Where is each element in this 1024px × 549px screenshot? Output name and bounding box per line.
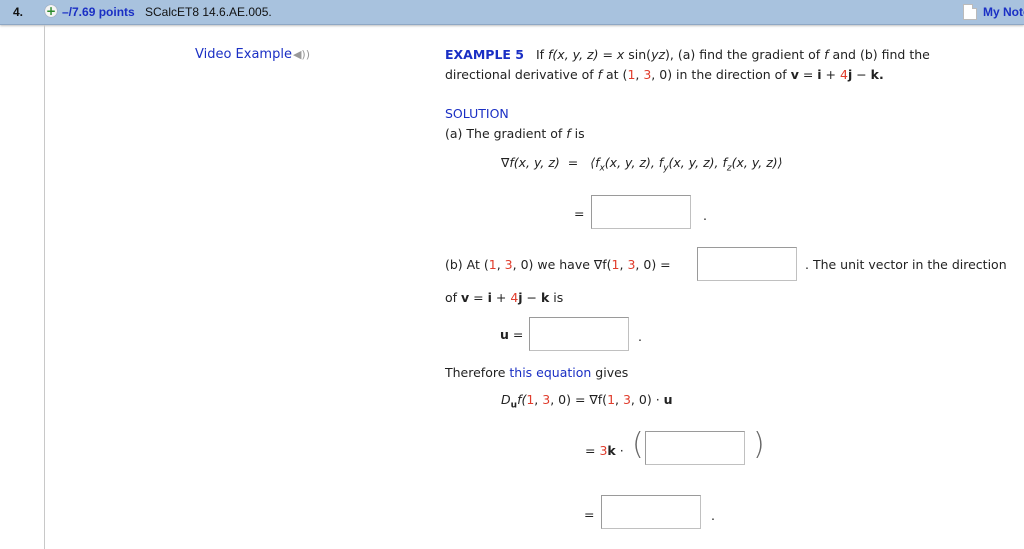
gradient-at-point-input[interactable] xyxy=(697,247,797,281)
point-0: 0 xyxy=(558,392,567,407)
this-equation-link[interactable]: this equation xyxy=(509,365,591,380)
point-3: 3 xyxy=(504,257,513,272)
of-v-text: of v = i + 4j − k is xyxy=(445,290,563,305)
comma: , xyxy=(550,392,559,407)
point-0: 0 xyxy=(520,257,529,272)
period: . xyxy=(711,508,715,523)
point-0: , 0) xyxy=(651,67,673,82)
dot-op: · xyxy=(651,392,664,407)
video-example-link[interactable]: Video Example◀)) xyxy=(195,47,310,62)
my-notes-button[interactable]: My Notes xyxy=(963,4,1024,20)
text-sin: sin( xyxy=(624,47,652,62)
text-eq: = xyxy=(567,155,579,170)
text-of: of xyxy=(445,290,462,305)
period: . xyxy=(638,329,642,344)
point-1: 1 xyxy=(611,257,620,272)
text-directional: directional derivative of xyxy=(445,67,598,82)
text-part-a: (a) find the gradient of xyxy=(673,47,825,62)
point-3: 3 xyxy=(622,392,631,407)
comma: , xyxy=(630,392,639,407)
text-therefore: Therefore xyxy=(445,365,510,380)
comma: , xyxy=(512,257,521,272)
var-yz: yz xyxy=(651,47,666,62)
text-eq: = xyxy=(798,67,818,82)
text-part-b: and (b) find the xyxy=(828,47,930,62)
text-at: (b) At ( xyxy=(445,257,489,272)
unit-vector-input[interactable] xyxy=(529,317,629,351)
example-line-1: EXAMPLE 5 If f(x, y, z) = x sin(yz), (a)… xyxy=(445,47,930,62)
text-minus: − xyxy=(852,67,871,82)
gradient-answer-input[interactable] xyxy=(591,195,691,229)
point-1: 1 xyxy=(607,392,616,407)
example-line-2: directional derivative of f at (1, 3, 0)… xyxy=(445,67,884,82)
problem-code: SCalcET8 14.6.AE.005. xyxy=(145,5,272,19)
text-minus: − xyxy=(522,290,541,305)
text-period: . xyxy=(878,67,884,82)
text-plus: + xyxy=(821,67,840,82)
coef-4: 4 xyxy=(839,67,848,82)
part-b-text: (b) At (1, 3, 0) we have ∇f(1, 3, 0) = xyxy=(445,257,671,272)
text-close: ), xyxy=(665,47,674,62)
vector-v: v xyxy=(461,290,470,305)
note-icon xyxy=(963,4,977,20)
vector-k: k xyxy=(870,67,879,82)
u-label: u = xyxy=(500,327,523,342)
question-number: 4. xyxy=(13,5,24,19)
text-eq: = xyxy=(598,47,617,62)
gradient-definition: ∇f(x, y, z) = ⟨fx(x, y, z), fy(x, y, z),… xyxy=(501,155,783,174)
inner-product-input[interactable] xyxy=(645,431,745,465)
question-header: 4. + –/7.69 points SCalcET8 14.6.AE.005.… xyxy=(0,0,1024,25)
comma: , xyxy=(496,257,505,272)
text-is: is xyxy=(570,126,585,141)
text-we-have: ) we have ∇f( xyxy=(528,257,612,272)
gradient-lhs: ∇f(x, y, z) xyxy=(501,155,560,170)
gradient-rhs: ⟨fx(x, y, z), fy(x, y, z), fz(x, y, z)⟩ xyxy=(590,155,783,174)
video-example-label: Video Example xyxy=(195,47,292,62)
text-is: is xyxy=(549,290,564,305)
point-1: 1 xyxy=(488,257,497,272)
text-plus: + xyxy=(491,290,511,305)
vector-v: v xyxy=(790,67,799,82)
points-link[interactable]: –/7.69 points xyxy=(62,5,135,19)
text-eq: = xyxy=(585,443,596,458)
text-if: If xyxy=(535,47,545,62)
comma: , xyxy=(615,392,623,407)
divider-line xyxy=(44,25,45,549)
vector-u: u xyxy=(500,327,509,342)
D-symbol: D xyxy=(501,392,511,407)
vector-u: u xyxy=(663,392,673,407)
my-notes-label: My Notes xyxy=(983,5,1024,19)
part-a-text: (a) The gradient of f is xyxy=(445,126,585,141)
text-eq: = xyxy=(469,290,488,305)
text-at: at ( xyxy=(602,67,628,82)
text-direction: in the direction of xyxy=(672,67,791,82)
vector-k: k xyxy=(607,443,616,458)
text-eq: ) = xyxy=(651,257,671,272)
right-paren: ) xyxy=(753,427,765,462)
solution-heading: SOLUTION xyxy=(445,106,509,121)
function-f: f(x, y, z) xyxy=(548,47,599,62)
period: . xyxy=(703,208,707,223)
left-paren: ( xyxy=(632,427,644,462)
three-k-expression: = 3k · xyxy=(585,443,624,458)
text-gives: gives xyxy=(591,365,629,380)
point-3: 3 xyxy=(542,392,551,407)
text-part-a: (a) The gradient of xyxy=(445,126,567,141)
text-eq: = xyxy=(508,327,524,342)
point-0: 0 xyxy=(638,392,647,407)
text-eq-grad: = ∇f( xyxy=(571,392,608,407)
speaker-icon: ◀)) xyxy=(292,48,311,61)
plus-circle-icon[interactable]: + xyxy=(45,5,57,17)
directional-derivative-eq: Duf(1, 3, 0) = ∇f(1, 3, 0) · u xyxy=(501,392,673,411)
eq-sign: = xyxy=(574,206,585,221)
eq-sign: = xyxy=(584,507,595,522)
example-label: EXAMPLE 5 xyxy=(445,47,525,62)
f-open: f( xyxy=(517,392,527,407)
unit-vector-text: . The unit vector in the direction xyxy=(805,257,1007,272)
therefore-text: Therefore this equation gives xyxy=(445,365,628,380)
dot-op: · xyxy=(615,443,624,458)
final-answer-input[interactable] xyxy=(601,495,701,529)
